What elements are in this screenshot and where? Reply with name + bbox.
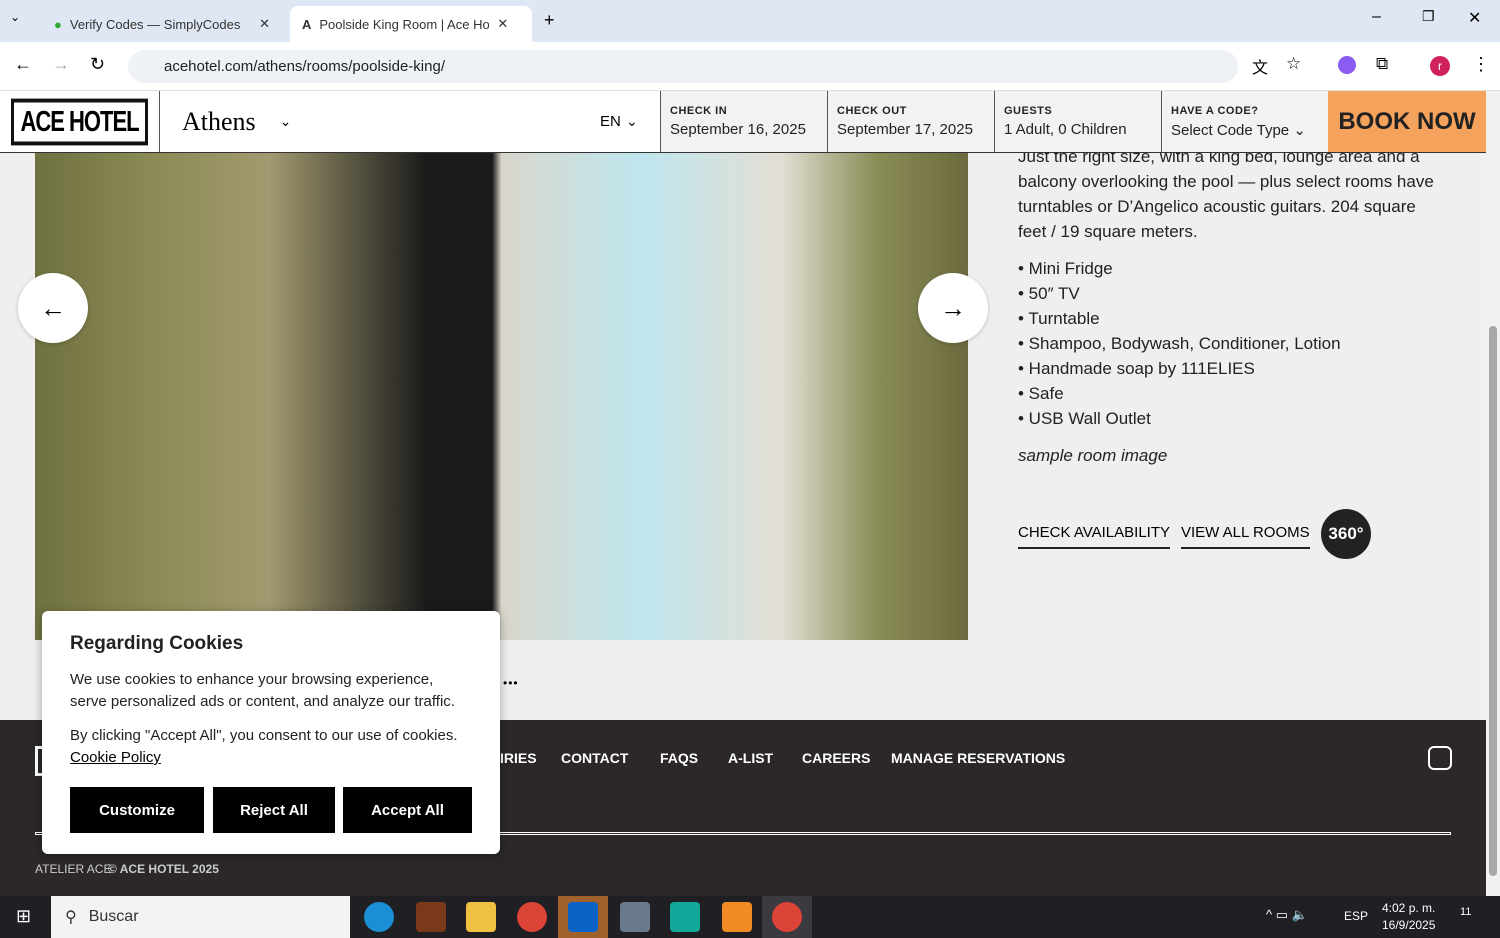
footer-link-faqs[interactable]: FAQS [660, 750, 698, 766]
powerpoint-icon[interactable] [722, 902, 752, 932]
site-header: ACE HOTEL Athens ⌄ EN ⌄ CHECK IN Septembe… [0, 91, 1486, 153]
taskbar: ⊞ ⚲ Buscar ^ ▭ 🔈 ESP 4:02 p. m. 16/9/2025 … [0, 896, 1500, 938]
notifications-icon[interactable]: 11 [1460, 906, 1471, 918]
footer-link-a-list[interactable]: A-LIST [728, 750, 773, 766]
amenities-list: • Mini Fridge • 50″ TV • Turntable • Sha… [1018, 256, 1341, 431]
reload-icon[interactable]: ↻ [90, 54, 105, 75]
chevron-down-icon: ⌄ [279, 113, 292, 129]
cookie-body: We use cookies to enhance your browsing … [70, 671, 455, 710]
footer-link-careers[interactable]: CAREERS [802, 750, 870, 766]
amenity: • Mini Fridge [1018, 259, 1113, 278]
copyright: © ACE HOTEL 2025 [108, 862, 219, 876]
scrollbar[interactable] [1486, 91, 1500, 896]
scrollbar-thumb[interactable] [1489, 326, 1497, 876]
reject-all-button[interactable]: Reject All [213, 787, 335, 833]
footer-link-manage-reservations[interactable]: MANAGE RESERVATIONS [891, 750, 1065, 766]
amenity: • 50″ TV [1018, 284, 1080, 303]
room-description: Just the right size, with a king bed, lo… [1018, 147, 1434, 241]
tab-ace-hotel[interactable]: A Poolside King Room | Ace Hotel ✕ [290, 6, 532, 42]
ace-hotel-logo[interactable]: ACE HOTEL [11, 98, 148, 145]
windows-start-icon[interactable]: ⊞ [16, 906, 31, 927]
footer-link[interactable]: IRIES [500, 750, 537, 766]
close-window-icon[interactable]: ✕ [1468, 8, 1481, 28]
view-all-rooms-link[interactable]: VIEW ALL ROOMS [1181, 524, 1310, 549]
close-tab-icon[interactable]: ✕ [259, 16, 270, 32]
tab-bar: ⌄ ● Verify Codes — SimplyCodes ✕ A Poolside… [0, 0, 1500, 42]
cookie-policy-link[interactable]: Cookie Policy [70, 749, 161, 766]
file-explorer-icon[interactable] [466, 902, 496, 932]
app-icon[interactable] [670, 902, 700, 932]
back-icon[interactable]: ← [14, 54, 32, 75]
check-out-field[interactable]: CHECK OUT September 17, 2025 [827, 91, 994, 152]
code-type-select[interactable]: HAVE A CODE? Select Code Type ⌄ [1161, 91, 1328, 152]
atelier-ace-logo[interactable]: ATELIER ACE [35, 862, 111, 876]
new-tab-icon[interactable]: + [544, 10, 555, 31]
cookie-title: Regarding Cookies [70, 633, 244, 654]
outlook-icon[interactable] [568, 902, 598, 932]
bookmark-star-icon[interactable]: ☆ [1286, 54, 1301, 74]
room-photo [35, 153, 968, 640]
city-selector[interactable]: Athens ⌄ EN ⌄ [160, 91, 660, 152]
footer-link-contact[interactable]: CONTACT [561, 750, 628, 766]
system-tray-icons[interactable]: ^ ▭ 🔈 [1266, 907, 1308, 923]
app-icon[interactable] [416, 902, 446, 932]
tab-simplycodes[interactable]: ● Verify Codes — SimplyCodes ✕ [42, 6, 282, 42]
carousel-more-dots[interactable]: ••• [503, 676, 519, 690]
cookie-consent: By clicking "Accept All", you consent to… [70, 727, 458, 744]
chevron-down-icon: ⌄ [626, 113, 638, 129]
amenity: • Turntable [1018, 309, 1100, 328]
amenity: • Safe [1018, 384, 1064, 403]
clock[interactable]: 4:02 p. m. 16/9/2025 [1382, 900, 1435, 934]
profile-avatar[interactable]: r [1430, 56, 1450, 76]
chevron-down-icon: ⌄ [1293, 122, 1306, 139]
accept-all-button[interactable]: Accept All [343, 787, 472, 833]
extension-icon[interactable] [1338, 56, 1356, 74]
book-now-button[interactable]: BOOK NOW [1328, 91, 1486, 152]
tab-favicon-icon: A [302, 16, 312, 32]
language-selector[interactable]: EN [600, 113, 621, 130]
url-input[interactable]: acehotel.com/athens/rooms/poolside-king/ [128, 50, 1238, 83]
taskbar-search[interactable]: ⚲ Buscar [51, 896, 350, 938]
extensions-puzzle-icon[interactable]: ⧉ [1376, 54, 1388, 74]
prev-arrow-button[interactable]: ← [18, 273, 88, 343]
forward-icon[interactable]: → [52, 54, 70, 75]
360-view-button[interactable]: 360° [1321, 509, 1371, 559]
chrome-icon[interactable] [517, 902, 547, 932]
chrome-active-icon[interactable] [772, 902, 802, 932]
customize-button[interactable]: Customize [70, 787, 204, 833]
amenity: • Shampoo, Bodywash, Conditioner, Lotion [1018, 334, 1341, 353]
cookie-banner: Regarding Cookies We use cookies to enha… [42, 611, 500, 854]
tab-favicon-icon: ● [54, 16, 62, 32]
minimize-icon[interactable]: – [1372, 8, 1381, 26]
amenity: • USB Wall Outlet [1018, 409, 1151, 428]
search-icon: ⚲ [65, 909, 77, 926]
amenity: • Handmade soap by 111ELIES [1018, 359, 1255, 378]
close-tab-icon[interactable]: ✕ [497, 16, 508, 32]
check-availability-link[interactable]: CHECK AVAILABILITY [1018, 524, 1170, 549]
check-in-field[interactable]: CHECK IN September 16, 2025 [660, 91, 827, 152]
maximize-icon[interactable]: ❐ [1422, 8, 1435, 25]
edge-icon[interactable] [364, 902, 394, 932]
instagram-icon[interactable] [1428, 746, 1452, 770]
calculator-icon[interactable] [620, 902, 650, 932]
translate-icon[interactable]: 文 [1252, 54, 1268, 78]
image-caption: sample room image [1018, 446, 1168, 465]
tab-search-icon[interactable]: ⌄ [10, 10, 20, 24]
guests-field[interactable]: GUESTS 1 Adult, 0 Children [994, 91, 1161, 152]
next-arrow-button[interactable]: → [918, 273, 988, 343]
input-language[interactable]: ESP [1344, 909, 1368, 923]
menu-icon[interactable]: ⋮ [1472, 54, 1490, 75]
